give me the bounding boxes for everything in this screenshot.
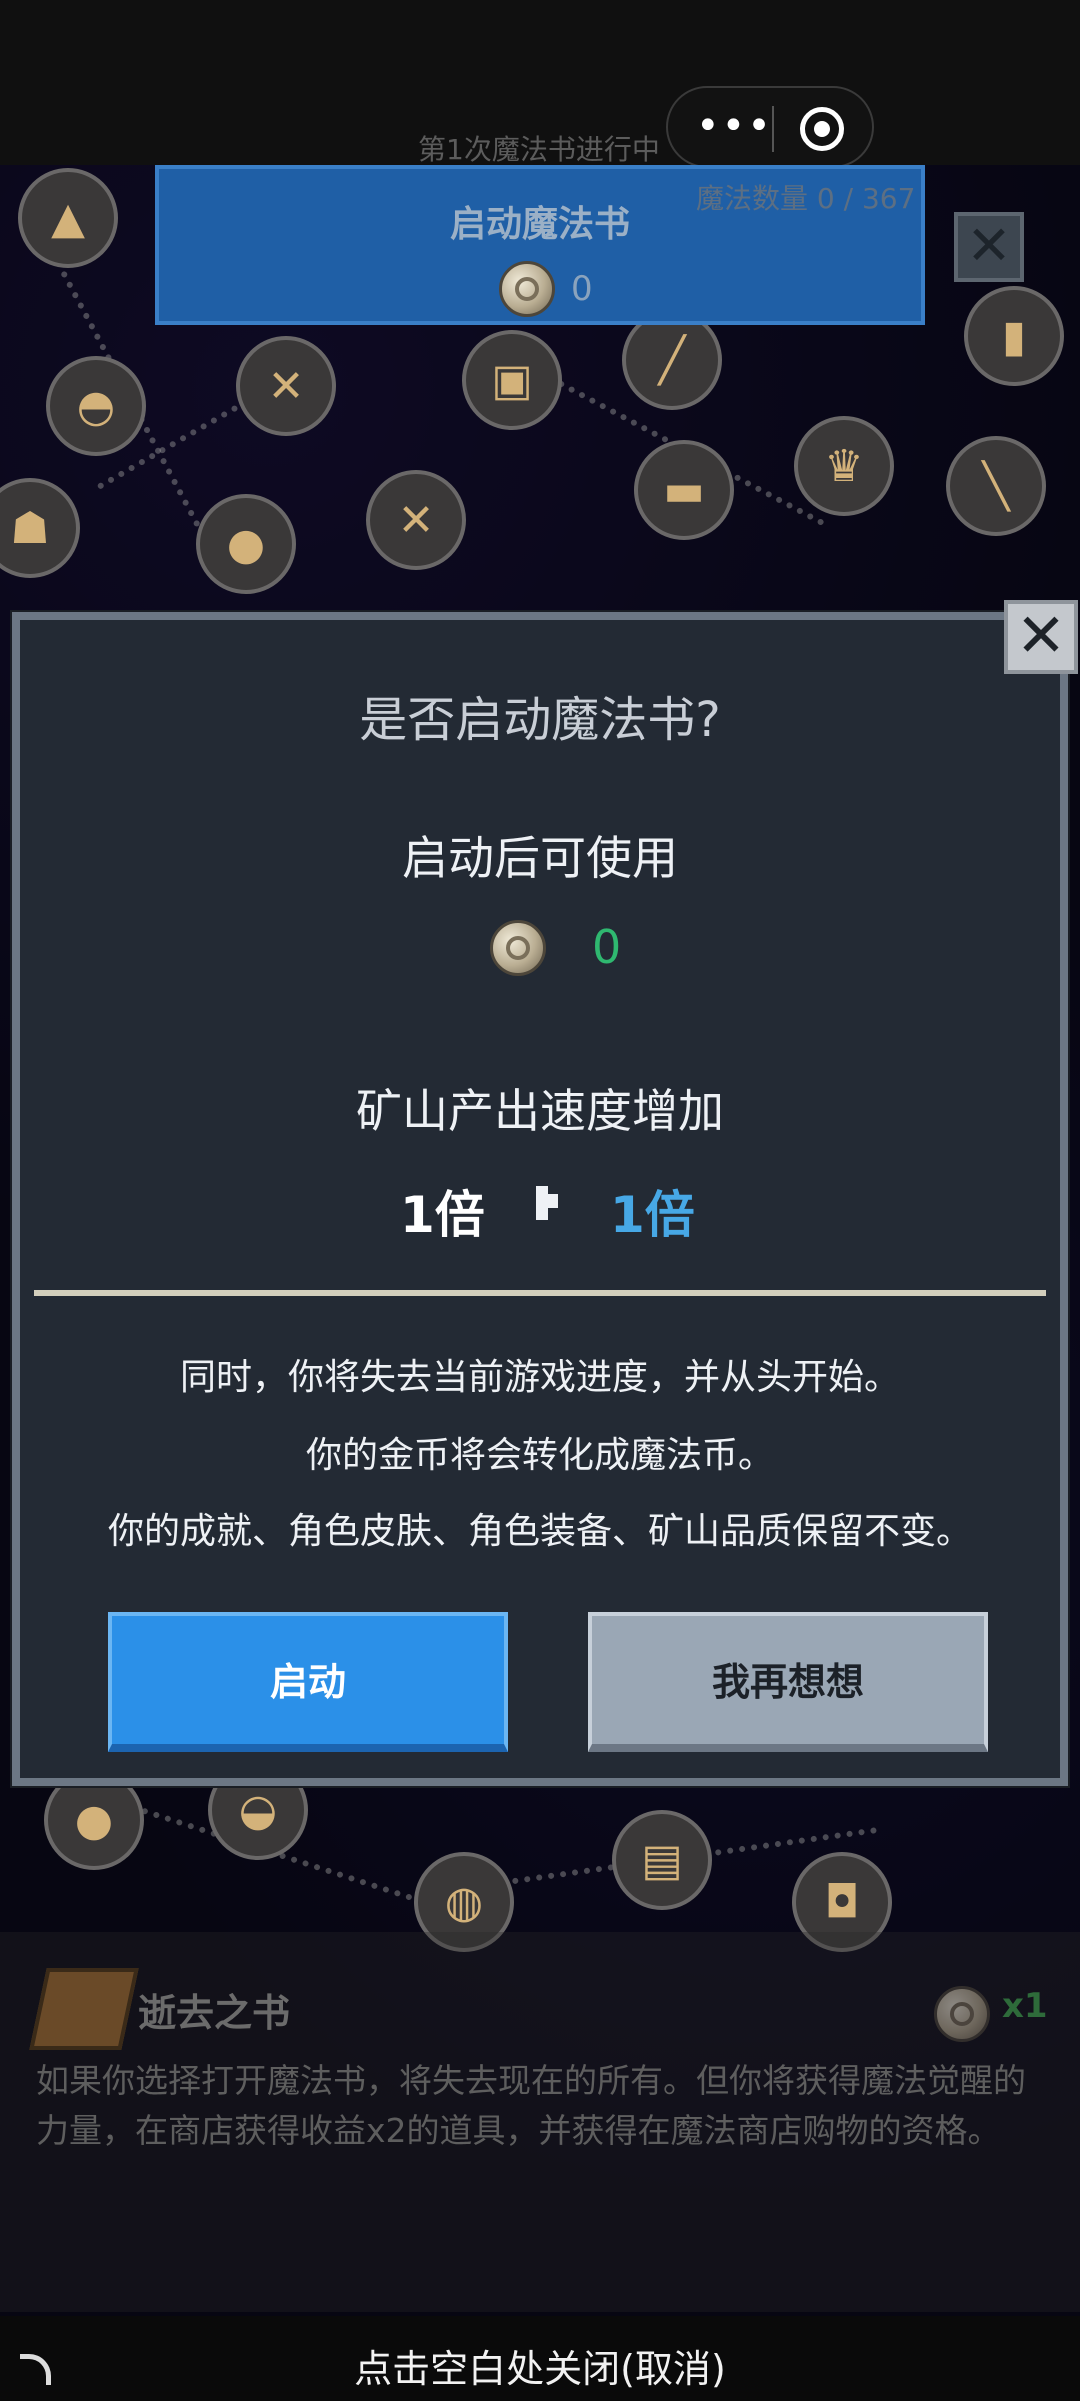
progress-label: 第1次魔法书进行中 [418,133,660,166]
info-line: 你的成就、角色皮肤、角色装备、矿山品质保留不变。 [107,1511,972,1552]
magic-coin-icon [499,261,555,317]
close-hint[interactable]: 点击空白处关闭(取消) [0,2338,1080,2393]
meat-icon: ▬ [634,440,734,540]
book-title: 逝去之书 [138,1991,291,2035]
magic-count: 魔法数量 0 / 367 [696,182,916,215]
book-icon [29,1968,139,2050]
more-dots-icon[interactable]: ••• [696,106,771,148]
magic-coin-icon [490,920,546,976]
start-button[interactable]: 启动 [108,1612,508,1752]
slime-icon: ● [196,494,296,594]
scroll-icon: ▤ [612,1810,712,1910]
speed-from-value: 1倍 [400,1186,485,1244]
crown-cake-icon: ♛ [794,416,894,516]
magic-coin-icon [934,1986,990,2042]
arrow-right-icon [536,1186,558,1220]
wine-icon: ╲ [946,436,1046,536]
mini-program-capsule: ••• [666,86,874,168]
chest-icon: ▣ [462,330,562,430]
divider [34,1290,1046,1296]
start-panel-coin-value: 0 [571,269,593,309]
dialog-coin-value: 0 [592,920,622,974]
multiplier-badge: x1 [1002,1986,1048,2026]
capsule-divider [772,106,774,152]
info-line: 你的金币将会转化成魔法币。 [305,1435,774,1476]
dialog-title: 是否启动魔法书? [359,692,721,748]
speed-increase-label: 矿山产出速度增加 [356,1084,724,1138]
confirm-dialog: 是否启动魔法书? 启动后可使用 0 矿山产出速度增加 1倍 1倍 同时，你将失去… [12,612,1068,1786]
beer-icon: ▮ [964,286,1064,386]
close-icon[interactable]: ✕ [954,212,1024,282]
info-line: 同时，你将失去当前游戏进度，并从头开始。 [179,1357,900,1398]
helmet-icon: ◓ [46,356,146,456]
after-start-label: 启动后可使用 [402,831,678,885]
speed-to-value: 1倍 [610,1186,695,1244]
skewer-icon: ╱ [622,310,722,410]
sword-icon: ✕ [236,336,336,436]
book-description: 如果你选择打开魔法书，将失去现在的所有。但你将获得魔法觉醒的力量，在商店获得收益… [36,2061,1026,2150]
target-circle-icon[interactable] [800,107,844,151]
sword-icon: ✕ [366,470,466,570]
close-icon[interactable]: ✕ [1004,600,1078,674]
mine-icon: ▲ [18,168,118,268]
reconsider-button[interactable]: 我再想想 [588,1612,988,1752]
